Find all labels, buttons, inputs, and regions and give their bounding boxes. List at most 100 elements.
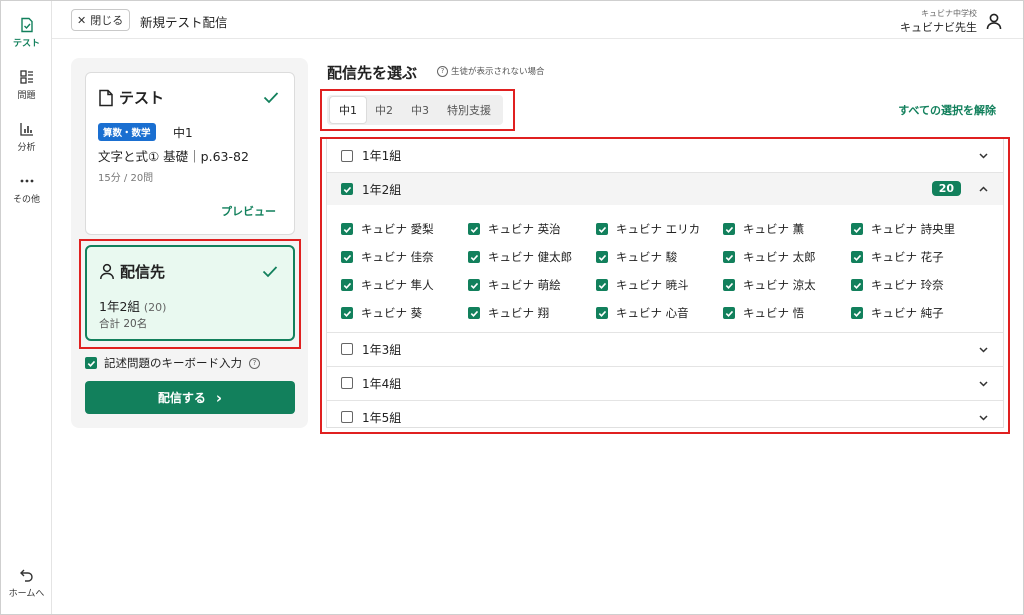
student-item[interactable]: キュビナ 萌絵 bbox=[468, 277, 561, 293]
student-grid: キュビナ 愛梨 キュビナ 英治 キュビナ エリカ キュビナ 薫 キュビナ 詩央里 キュビナ… bbox=[327, 209, 1003, 332]
chevron-down-icon[interactable] bbox=[978, 150, 989, 161]
deliver-button[interactable]: 配信する › bbox=[85, 381, 295, 414]
student-checkbox[interactable] bbox=[341, 279, 353, 291]
selected-class-count: (20) bbox=[143, 301, 167, 314]
student-checkbox[interactable] bbox=[468, 279, 480, 291]
student-checkbox[interactable] bbox=[468, 307, 480, 319]
student-item[interactable]: キュビナ 涼太 bbox=[723, 277, 816, 293]
chevron-down-icon[interactable] bbox=[978, 412, 989, 423]
class-name: 1年5組 bbox=[362, 410, 402, 425]
destination-card-title: 配信先 bbox=[99, 261, 165, 282]
class-row-1-3[interactable]: 1年3組 bbox=[327, 332, 1003, 365]
selected-class: 1年2組 (20) bbox=[99, 296, 166, 315]
student-checkbox[interactable] bbox=[851, 251, 863, 263]
sidebar-item-label: 分析 bbox=[17, 143, 36, 153]
summary-panel: テスト 算数・数学 中1 文字と式① 基礎｜p.63-82 15分 / 20問 … bbox=[71, 58, 308, 428]
class-name: 1年3組 bbox=[362, 342, 402, 357]
student-name: キュビナ 玲奈 bbox=[871, 278, 944, 292]
class-checkbox[interactable] bbox=[341, 411, 353, 423]
keyboard-input-checkbox[interactable] bbox=[85, 357, 97, 369]
test-card-title: テスト bbox=[98, 87, 164, 108]
sidebar-item-questions[interactable]: 問題 bbox=[1, 69, 52, 101]
check-icon bbox=[263, 92, 279, 104]
student-item[interactable]: キュビナ 暁斗 bbox=[596, 277, 689, 293]
student-checkbox[interactable] bbox=[341, 251, 353, 263]
tab-grade-2[interactable]: 中2 bbox=[366, 97, 402, 123]
top-bar: ✕ 閉じる 新規テスト配信 キュビナ中学校 キュビナビ先生 bbox=[52, 1, 1023, 39]
student-checkbox[interactable] bbox=[341, 307, 353, 319]
student-item[interactable]: キュビナ 純子 bbox=[851, 305, 944, 321]
student-name: キュビナ 詩央里 bbox=[871, 222, 956, 236]
question-list-icon bbox=[19, 70, 33, 84]
preview-link[interactable]: プレビュー bbox=[221, 203, 276, 219]
student-item[interactable]: キュビナ 愛梨 bbox=[341, 221, 434, 237]
close-button[interactable]: ✕ 閉じる bbox=[71, 9, 131, 31]
clear-all-selection-link[interactable]: すべての選択を解除 bbox=[898, 102, 996, 118]
student-checkbox[interactable] bbox=[596, 251, 608, 263]
student-checkbox[interactable] bbox=[468, 251, 480, 263]
home-button[interactable]: ホームへ bbox=[1, 567, 52, 599]
student-item[interactable]: キュビナ 太郎 bbox=[723, 249, 816, 265]
teacher-name: キュビナビ先生 bbox=[900, 21, 977, 34]
class-checkbox[interactable] bbox=[341, 377, 353, 389]
student-item[interactable]: キュビナ 玲奈 bbox=[851, 277, 944, 293]
student-item[interactable]: キュビナ 薫 bbox=[723, 221, 804, 237]
class-row-1-2[interactable]: 1年2組 20 bbox=[327, 172, 1003, 205]
class-checkbox[interactable] bbox=[341, 183, 353, 195]
class-checkbox[interactable] bbox=[341, 343, 353, 355]
student-item[interactable]: キュビナ 駿 bbox=[596, 249, 677, 265]
class-row-1-4[interactable]: 1年4組 bbox=[327, 366, 1003, 399]
student-checkbox[interactable] bbox=[596, 307, 608, 319]
student-checkbox[interactable] bbox=[851, 223, 863, 235]
sidebar-item-label: テスト bbox=[12, 39, 40, 49]
student-item[interactable]: キュビナ 花子 bbox=[851, 249, 944, 265]
class-row-1-5[interactable]: 1年5組 bbox=[327, 400, 1003, 433]
sidebar-item-analysis[interactable]: 分析 bbox=[1, 121, 52, 153]
chevron-down-icon[interactable] bbox=[978, 344, 989, 355]
student-checkbox[interactable] bbox=[723, 251, 735, 263]
student-checkbox[interactable] bbox=[341, 223, 353, 235]
student-item[interactable]: キュビナ 翔 bbox=[468, 305, 549, 321]
tab-grade-3[interactable]: 中3 bbox=[402, 97, 438, 123]
chevron-down-icon[interactable] bbox=[978, 378, 989, 389]
missing-students-help[interactable]: ? 生徒が表示されない場合 bbox=[437, 65, 545, 77]
student-item[interactable]: キュビナ エリカ bbox=[596, 221, 700, 237]
student-item[interactable]: キュビナ 葵 bbox=[341, 305, 422, 321]
sidebar-item-test[interactable]: テスト bbox=[1, 17, 52, 49]
check-icon bbox=[262, 266, 278, 278]
tab-grade-1[interactable]: 中1 bbox=[330, 97, 366, 123]
student-checkbox[interactable] bbox=[723, 307, 735, 319]
chevron-up-icon[interactable] bbox=[978, 184, 989, 195]
test-card: テスト 算数・数学 中1 文字と式① 基礎｜p.63-82 15分 / 20問 … bbox=[85, 72, 295, 235]
tab-special-support[interactable]: 特別支援 bbox=[438, 97, 500, 123]
student-item[interactable]: キュビナ 悟 bbox=[723, 305, 804, 321]
help-icon[interactable]: ? bbox=[249, 357, 260, 369]
user-icon[interactable] bbox=[985, 12, 1003, 30]
student-checkbox[interactable] bbox=[596, 279, 608, 291]
document-icon bbox=[99, 89, 113, 106]
student-item[interactable]: キュビナ 隼人 bbox=[341, 277, 434, 293]
school-name: キュビナ中学校 bbox=[921, 9, 977, 18]
test-meta: 15分 / 20問 bbox=[98, 173, 154, 184]
class-name: 1年2組 bbox=[362, 182, 402, 197]
student-item[interactable]: キュビナ 健太郎 bbox=[468, 249, 572, 265]
student-checkbox[interactable] bbox=[468, 223, 480, 235]
student-name: キュビナ 隼人 bbox=[361, 278, 434, 292]
student-name: キュビナ 愛梨 bbox=[361, 222, 434, 236]
sidebar-item-other[interactable]: その他 bbox=[1, 173, 52, 205]
student-checkbox[interactable] bbox=[723, 279, 735, 291]
student-item[interactable]: キュビナ 佳奈 bbox=[341, 249, 434, 265]
class-checkbox[interactable] bbox=[341, 149, 353, 162]
student-checkbox[interactable] bbox=[723, 223, 735, 235]
student-checkbox[interactable] bbox=[851, 307, 863, 319]
student-item[interactable]: キュビナ 心音 bbox=[596, 305, 689, 321]
class-row-1-1[interactable]: 1年1組 bbox=[327, 139, 1003, 172]
selected-class-name: 1年2組 bbox=[99, 299, 140, 314]
grade-tabs: 中1 中2 中3 特別支援 bbox=[327, 95, 503, 125]
student-item[interactable]: キュビナ 詩央里 bbox=[851, 221, 955, 237]
sidebar-item-label: その他 bbox=[12, 195, 40, 205]
student-checkbox[interactable] bbox=[596, 223, 608, 235]
keyboard-input-option[interactable]: 記述問題のキーボード入力 ? bbox=[85, 355, 260, 371]
student-checkbox[interactable] bbox=[851, 279, 863, 291]
student-item[interactable]: キュビナ 英治 bbox=[468, 221, 561, 237]
